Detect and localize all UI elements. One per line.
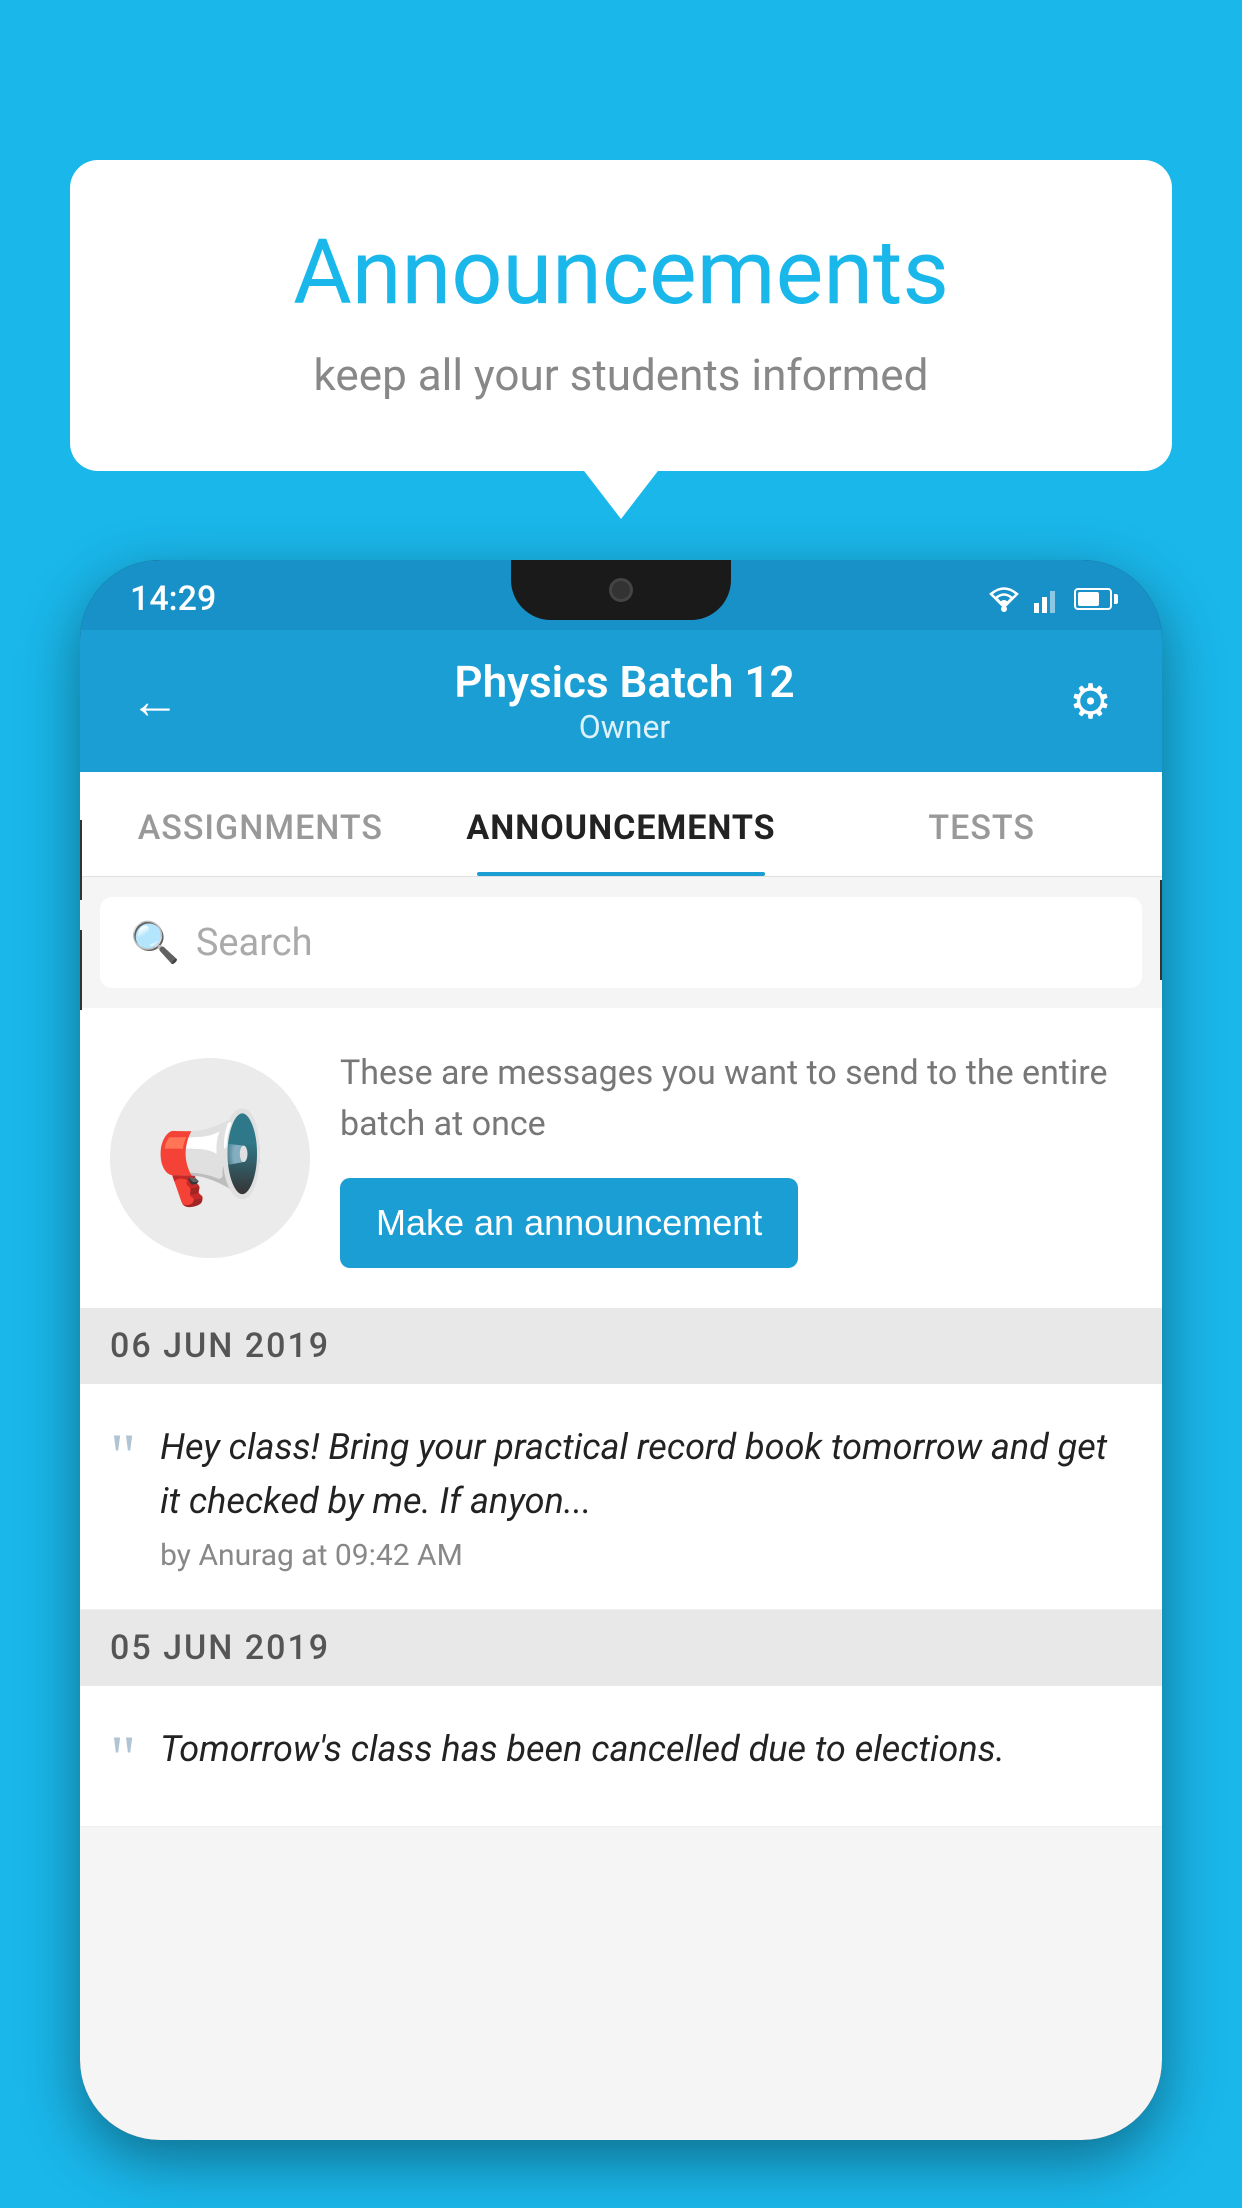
phone-mockup: 14:29	[80, 560, 1162, 2208]
power-button	[1160, 880, 1162, 980]
tab-assignments[interactable]: ASSIGNMENTS	[80, 772, 441, 876]
phone-frame: 14:29	[80, 560, 1162, 2140]
date-section-2: 05 JUN 2019	[80, 1610, 1162, 1686]
speech-bubble-subtitle: keep all your students informed	[150, 349, 1092, 401]
announcement-content-2: Tomorrow's class has been cancelled due …	[160, 1722, 1132, 1786]
status-icons	[986, 585, 1112, 613]
speech-bubble-card: Announcements keep all your students inf…	[70, 160, 1172, 471]
tabs-bar: ASSIGNMENTS ANNOUNCEMENTS TESTS	[80, 772, 1162, 877]
app-header: ← Physics Batch 12 Owner ⚙	[80, 630, 1162, 772]
megaphone-circle: 📢	[110, 1058, 310, 1258]
quote-icon-2: "	[110, 1726, 136, 1790]
content-area: 🔍 Search 📢 These are messages you want t…	[80, 877, 1162, 2140]
search-bar[interactable]: 🔍 Search	[100, 897, 1142, 988]
phone-camera	[609, 578, 633, 602]
volume-down-button	[80, 930, 82, 1010]
phone-notch	[511, 560, 731, 620]
announcement-content-1: Hey class! Bring your practical record b…	[160, 1420, 1132, 1573]
phone-screen: 14:29	[80, 560, 1162, 2140]
announcement-message-1: Hey class! Bring your practical record b…	[160, 1420, 1132, 1528]
prompt-right: These are messages you want to send to t…	[340, 1048, 1132, 1268]
announcement-message-2: Tomorrow's class has been cancelled due …	[160, 1722, 1132, 1776]
header-title-block: Physics Batch 12 Owner	[454, 656, 794, 746]
signal-icon	[1034, 585, 1062, 613]
prompt-description: These are messages you want to send to t…	[340, 1048, 1132, 1150]
back-button[interactable]: ←	[130, 672, 180, 731]
settings-icon[interactable]: ⚙	[1069, 673, 1112, 730]
wifi-icon	[986, 585, 1022, 613]
batch-name: Physics Batch 12	[454, 656, 794, 708]
search-icon: 🔍	[130, 919, 180, 966]
battery-icon	[1074, 588, 1112, 610]
owner-role: Owner	[454, 708, 794, 746]
date-label-2: 05 JUN 2019	[110, 1628, 330, 1668]
make-announcement-button[interactable]: Make an announcement	[340, 1178, 798, 1268]
speech-bubble-title: Announcements	[150, 220, 1092, 325]
date-section-1: 06 JUN 2019	[80, 1308, 1162, 1384]
search-input[interactable]: Search	[196, 921, 313, 965]
megaphone-icon: 📢	[154, 1106, 266, 1211]
quote-icon-1: "	[110, 1424, 136, 1488]
announcement-item-2[interactable]: " Tomorrow's class has been cancelled du…	[80, 1686, 1162, 1827]
status-time: 14:29	[130, 579, 216, 619]
announcement-prompt: 📢 These are messages you want to send to…	[80, 1008, 1162, 1308]
tab-tests[interactable]: TESTS	[801, 772, 1162, 876]
date-label-1: 06 JUN 2019	[110, 1326, 330, 1366]
announcement-meta-1: by Anurag at 09:42 AM	[160, 1538, 1132, 1573]
speech-bubble-section: Announcements keep all your students inf…	[70, 160, 1172, 471]
announcement-item-1[interactable]: " Hey class! Bring your practical record…	[80, 1384, 1162, 1610]
tab-announcements[interactable]: ANNOUNCEMENTS	[441, 772, 802, 876]
